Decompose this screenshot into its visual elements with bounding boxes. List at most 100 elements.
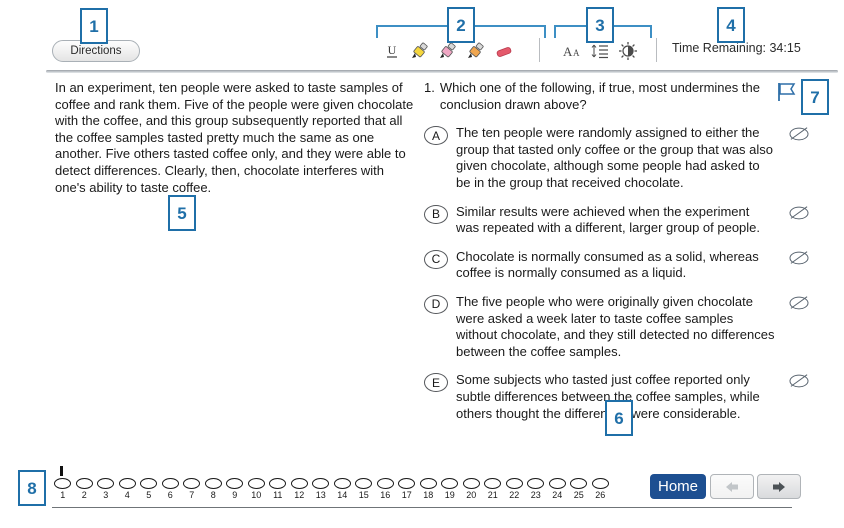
bubble-number: 3 [103, 490, 109, 500]
bubble-number: 17 [401, 490, 412, 500]
bubble-circle [333, 478, 351, 489]
previous-question-button[interactable] [710, 474, 754, 499]
bubble-number: 11 [273, 490, 283, 500]
bubble-number: 26 [595, 490, 606, 500]
bubble-circle [161, 478, 179, 489]
bubble-circle [548, 478, 566, 489]
choice-text-a[interactable]: The ten people were randomly assigned to… [456, 125, 776, 191]
question-bubble-22[interactable]: 22 [504, 478, 526, 500]
question-bubble-17[interactable]: 17 [396, 478, 418, 500]
annotation-bracket-2-right [544, 25, 546, 38]
choice-text-c[interactable]: Chocolate is normally consumed as a soli… [456, 249, 776, 282]
bubble-number: 2 [81, 490, 87, 500]
bubble-circle [527, 478, 545, 489]
bubble-circle [376, 478, 394, 489]
bubble-number: 21 [487, 490, 498, 500]
choice-letter-e[interactable]: E [424, 373, 448, 393]
choice-letter-d[interactable]: D [424, 294, 448, 314]
svg-text:U: U [388, 43, 397, 57]
bubble-number: 8 [210, 490, 216, 500]
question-bubble-10[interactable]: 10 [246, 478, 268, 500]
question-bubble-24[interactable]: 24 [547, 478, 569, 500]
answer-choice-a[interactable]: A The ten people were randomly assigned … [424, 125, 809, 191]
bubble-circle [269, 478, 287, 489]
flag-question-icon[interactable] [776, 81, 798, 103]
underline-tool-icon[interactable]: U [378, 38, 406, 64]
eliminate-icon-c[interactable] [788, 249, 810, 267]
answer-choice-b[interactable]: B Similar results were achieved when the… [424, 204, 809, 237]
eliminate-icon-d[interactable] [788, 294, 810, 312]
eliminate-icon-a[interactable] [788, 125, 810, 143]
question-bubble-13[interactable]: 13 [310, 478, 332, 500]
brightness-icon[interactable] [614, 38, 642, 64]
toolbar-divider [46, 70, 838, 73]
question-bubble-7[interactable]: 7 [181, 478, 203, 500]
question-bubble-23[interactable]: 23 [525, 478, 547, 500]
question-bubble-26[interactable]: 26 [590, 478, 612, 500]
question-bubble-16[interactable]: 16 [375, 478, 397, 500]
question-bubble-3[interactable]: 3 [95, 478, 117, 500]
bubble-number: 4 [124, 490, 130, 500]
current-question-marker [60, 466, 63, 476]
bubble-number: 10 [251, 490, 262, 500]
bubble-number: 19 [444, 490, 455, 500]
bubble-number: 7 [189, 490, 195, 500]
answer-choice-d[interactable]: D The five people who were originally gi… [424, 294, 809, 360]
bubble-circle [183, 478, 201, 489]
highlighter-yellow-icon[interactable] [406, 38, 434, 64]
eliminate-icon-e[interactable] [788, 372, 810, 390]
question-bubble-15[interactable]: 15 [353, 478, 375, 500]
bubble-number: 6 [167, 490, 173, 500]
font-size-icon[interactable]: A A [558, 38, 586, 64]
bubble-circle [570, 478, 588, 489]
question-bubble-9[interactable]: 9 [224, 478, 246, 500]
eraser-icon[interactable] [490, 38, 518, 64]
question-bubble-4[interactable]: 4 [117, 478, 139, 500]
home-button[interactable]: Home [650, 474, 706, 499]
question-bubble-18[interactable]: 18 [418, 478, 440, 500]
annotation-bracket-3-right [650, 25, 652, 38]
question-bubble-6[interactable]: 6 [160, 478, 182, 500]
arrow-left-icon [726, 481, 738, 492]
bubble-circle [140, 478, 158, 489]
question-bubble-19[interactable]: 19 [439, 478, 461, 500]
eliminate-icon-b[interactable] [788, 204, 810, 222]
bubble-circle [419, 478, 437, 489]
answer-choice-c[interactable]: C Chocolate is normally consumed as a so… [424, 249, 809, 282]
bubble-circle [290, 478, 308, 489]
choice-letter-b[interactable]: B [424, 204, 448, 224]
answer-choice-e[interactable]: E Some subjects who tasted just coffee r… [424, 372, 809, 422]
bubble-number: 25 [573, 490, 584, 500]
question-bubble-8[interactable]: 8 [203, 478, 225, 500]
next-question-button[interactable] [757, 474, 801, 499]
bubble-number: 5 [146, 490, 152, 500]
question-bubble-14[interactable]: 14 [332, 478, 354, 500]
question-bubble-12[interactable]: 12 [289, 478, 311, 500]
annotation-bracket-2-left [376, 25, 378, 38]
question-bubble-21[interactable]: 21 [482, 478, 504, 500]
bubble-number: 23 [530, 490, 541, 500]
question-bubble-2[interactable]: 2 [74, 478, 96, 500]
arrow-right-icon [773, 481, 785, 492]
question-navigation-bar: 1 2 3 4 5 6 7 8 9 10 11 12 13 14 15 16 17 18 19 20 21 22 23 24 2… [52, 478, 611, 500]
bubble-number: 1 [60, 490, 66, 500]
annotation-callout-3: 3 [586, 7, 614, 43]
question-bubble-1[interactable]: 1 [52, 478, 74, 500]
bubble-number: 18 [423, 490, 434, 500]
bubble-circle [591, 478, 609, 489]
bubble-circle [462, 478, 480, 489]
bubble-number: 9 [232, 490, 238, 500]
bottom-divider [52, 507, 792, 508]
choice-letter-a[interactable]: A [424, 126, 448, 146]
choice-text-b[interactable]: Similar results were achieved when the e… [456, 204, 776, 237]
bubble-circle [355, 478, 373, 489]
question-bubble-11[interactable]: 11 [267, 478, 289, 500]
question-bubble-20[interactable]: 20 [461, 478, 483, 500]
question-bubble-25[interactable]: 25 [568, 478, 590, 500]
question-bubble-5[interactable]: 5 [138, 478, 160, 500]
annotation-callout-2: 2 [447, 7, 475, 43]
choice-letter-c[interactable]: C [424, 249, 448, 269]
svg-text:A: A [573, 48, 580, 58]
choice-text-d[interactable]: The five people who were originally give… [456, 294, 776, 360]
bubble-number: 14 [337, 490, 348, 500]
